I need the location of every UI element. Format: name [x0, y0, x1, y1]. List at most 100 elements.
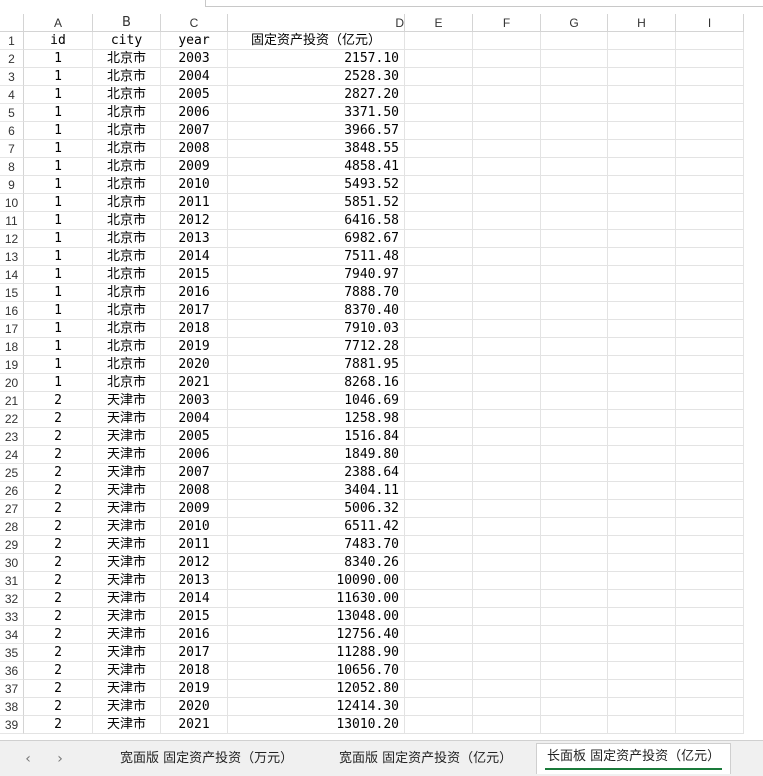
id-cell[interactable]: 1: [24, 230, 93, 248]
empty-cell[interactable]: [608, 248, 676, 266]
year-cell[interactable]: 2014: [161, 248, 228, 266]
empty-cell[interactable]: [473, 698, 541, 716]
value-cell[interactable]: 12756.40: [228, 626, 405, 644]
city-cell[interactable]: 天津市: [93, 446, 161, 464]
empty-cell[interactable]: [608, 446, 676, 464]
empty-cell[interactable]: [541, 86, 608, 104]
empty-cell[interactable]: [608, 68, 676, 86]
id-cell[interactable]: 1: [24, 50, 93, 68]
year-cell[interactable]: 2011: [161, 536, 228, 554]
empty-cell[interactable]: [405, 410, 473, 428]
row-number[interactable]: 34: [0, 626, 24, 644]
value-cell[interactable]: 11288.90: [228, 644, 405, 662]
sheet-tab-long-yi[interactable]: 长面板 固定资产投资（亿元）: [536, 743, 732, 774]
column-header-a[interactable]: A: [24, 14, 93, 32]
id-cell[interactable]: 2: [24, 482, 93, 500]
city-cell[interactable]: 天津市: [93, 392, 161, 410]
row-number[interactable]: 27: [0, 500, 24, 518]
empty-cell[interactable]: [608, 158, 676, 176]
empty-cell[interactable]: [541, 500, 608, 518]
empty-cell[interactable]: [541, 410, 608, 428]
empty-cell[interactable]: [608, 50, 676, 68]
row-number[interactable]: 15: [0, 284, 24, 302]
city-cell[interactable]: 天津市: [93, 428, 161, 446]
value-cell[interactable]: 7910.03: [228, 320, 405, 338]
empty-cell[interactable]: [405, 86, 473, 104]
city-cell[interactable]: 北京市: [93, 338, 161, 356]
empty-cell[interactable]: [541, 626, 608, 644]
empty-cell[interactable]: [473, 554, 541, 572]
id-cell[interactable]: 2: [24, 500, 93, 518]
city-cell[interactable]: 北京市: [93, 122, 161, 140]
empty-cell[interactable]: [405, 320, 473, 338]
empty-cell[interactable]: [473, 158, 541, 176]
empty-cell[interactable]: [405, 626, 473, 644]
city-cell[interactable]: 天津市: [93, 482, 161, 500]
empty-cell[interactable]: [405, 608, 473, 626]
empty-cell[interactable]: [608, 626, 676, 644]
id-cell[interactable]: 2: [24, 662, 93, 680]
value-cell[interactable]: 2388.64: [228, 464, 405, 482]
value-cell[interactable]: 12052.80: [228, 680, 405, 698]
empty-cell[interactable]: [541, 356, 608, 374]
empty-cell[interactable]: [405, 266, 473, 284]
city-cell[interactable]: 北京市: [93, 68, 161, 86]
empty-cell[interactable]: [473, 644, 541, 662]
empty-cell[interactable]: [541, 608, 608, 626]
year-cell[interactable]: 2010: [161, 176, 228, 194]
value-cell[interactable]: 2157.10: [228, 50, 405, 68]
empty-cell[interactable]: [405, 698, 473, 716]
id-cell[interactable]: 1: [24, 194, 93, 212]
empty-cell[interactable]: [473, 428, 541, 446]
empty-cell[interactable]: [473, 392, 541, 410]
year-cell[interactable]: 2020: [161, 356, 228, 374]
empty-cell[interactable]: [608, 104, 676, 122]
city-cell[interactable]: 北京市: [93, 158, 161, 176]
empty-cell[interactable]: [473, 518, 541, 536]
year-cell[interactable]: 2016: [161, 626, 228, 644]
value-cell[interactable]: 7511.48: [228, 248, 405, 266]
year-cell[interactable]: 2021: [161, 716, 228, 734]
empty-cell[interactable]: [676, 626, 744, 644]
value-cell[interactable]: 7888.70: [228, 284, 405, 302]
value-cell[interactable]: 3371.50: [228, 104, 405, 122]
row-number[interactable]: 18: [0, 338, 24, 356]
empty-cell[interactable]: [541, 284, 608, 302]
empty-cell[interactable]: [473, 680, 541, 698]
year-cell[interactable]: 2004: [161, 68, 228, 86]
row-number[interactable]: 16: [0, 302, 24, 320]
empty-cell[interactable]: [676, 176, 744, 194]
year-cell[interactable]: 2017: [161, 644, 228, 662]
empty-cell[interactable]: [676, 248, 744, 266]
empty-cell[interactable]: [473, 374, 541, 392]
city-cell[interactable]: 北京市: [93, 194, 161, 212]
empty-cell[interactable]: [608, 392, 676, 410]
empty-cell[interactable]: [541, 518, 608, 536]
empty-cell[interactable]: [676, 446, 744, 464]
year-cell[interactable]: 2019: [161, 338, 228, 356]
empty-cell[interactable]: [405, 572, 473, 590]
empty-cell[interactable]: [405, 248, 473, 266]
row-number[interactable]: 39: [0, 716, 24, 734]
city-cell[interactable]: 北京市: [93, 212, 161, 230]
city-cell[interactable]: 天津市: [93, 716, 161, 734]
empty-cell[interactable]: [473, 608, 541, 626]
row-number[interactable]: 20: [0, 374, 24, 392]
empty-cell[interactable]: [608, 464, 676, 482]
empty-cell[interactable]: [405, 500, 473, 518]
id-cell[interactable]: 2: [24, 392, 93, 410]
city-cell[interactable]: 天津市: [93, 572, 161, 590]
row-number[interactable]: 24: [0, 446, 24, 464]
row-number[interactable]: 13: [0, 248, 24, 266]
empty-cell[interactable]: [405, 176, 473, 194]
city-cell[interactable]: 天津市: [93, 518, 161, 536]
header-cell-year[interactable]: year: [161, 32, 228, 50]
empty-cell[interactable]: [405, 536, 473, 554]
empty-cell[interactable]: [608, 302, 676, 320]
value-cell[interactable]: 7483.70: [228, 536, 405, 554]
empty-cell[interactable]: [676, 608, 744, 626]
empty-cell[interactable]: [608, 572, 676, 590]
empty-cell[interactable]: [676, 644, 744, 662]
id-cell[interactable]: 2: [24, 680, 93, 698]
empty-cell[interactable]: [405, 230, 473, 248]
